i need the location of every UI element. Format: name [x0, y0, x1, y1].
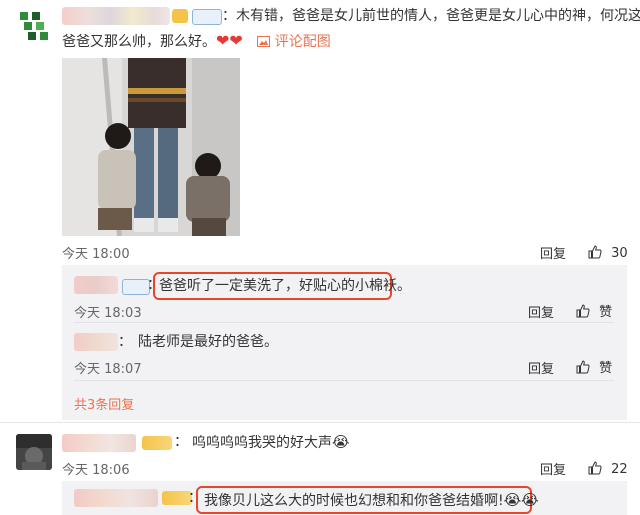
thumbs-up-icon — [576, 304, 590, 318]
reply-username[interactable] — [74, 333, 118, 351]
like-button[interactable]: 赞 — [576, 357, 612, 376]
thumbs-up-icon — [588, 245, 602, 259]
username-separator: ： — [222, 8, 236, 24]
like-label: 赞 — [599, 305, 613, 320]
reply-username[interactable] — [74, 489, 158, 507]
reply-text: 爸爸听了一定美洗了，好贴心的小棉袄。 — [159, 278, 411, 294]
thumbs-up-icon — [588, 461, 602, 475]
like-button[interactable]: 22 — [588, 458, 628, 477]
like-count: 30 — [611, 246, 628, 261]
comment-text-line2: 爸爸又那么帅，那么好。 — [62, 34, 216, 50]
crying-emoji: 😭😭 — [503, 491, 539, 509]
reply-text-body: 我像贝儿这么大的时候也幻想和和你爸爸结婚啊! — [204, 493, 504, 509]
comment-text: 呜呜呜呜我哭的好大声😭 — [192, 430, 350, 455]
timestamp: 今天 18:06 — [62, 463, 130, 478]
reply-button[interactable]: 回复 — [528, 358, 554, 377]
comment-image[interactable] — [62, 58, 240, 236]
avatar[interactable] — [16, 8, 52, 44]
like-button[interactable]: 30 — [588, 242, 628, 261]
timestamp: 今天 18:07 — [74, 362, 142, 377]
image-icon — [257, 36, 271, 47]
divider — [0, 422, 640, 423]
reply-text: 我像贝儿这么大的时候也幻想和和你爸爸结婚啊!😭😭 — [204, 488, 539, 513]
level-badge-icon — [192, 9, 222, 25]
comment-text: ：木有错，爸爸是女儿前世的情人，爸爸更是女儿心中的神，何况这个 — [222, 4, 640, 28]
thumbs-up-icon — [576, 360, 590, 374]
avatar[interactable] — [16, 434, 52, 470]
like-button[interactable]: 赞 — [576, 301, 612, 320]
reply-button[interactable]: 回复 — [540, 459, 566, 478]
reply-text: 陆老师是最好的爸爸。 — [138, 334, 278, 350]
crying-emoji: 😭 — [332, 433, 350, 451]
like-count: 22 — [611, 462, 628, 477]
comment-text-continued: 爸爸又那么帅，那么好。❤❤ 评论配图 — [62, 29, 331, 54]
divider — [74, 322, 614, 323]
reply-button[interactable]: 回复 — [528, 302, 554, 321]
more-replies-link[interactable]: 共3条回复 — [74, 394, 134, 413]
heart-emoji: ❤❤ — [216, 31, 243, 50]
member-badge-icon — [172, 9, 188, 23]
reply-username[interactable] — [74, 276, 118, 294]
timestamp: 今天 18:03 — [74, 306, 142, 321]
divider — [74, 380, 614, 381]
comment-image-link[interactable]: 评论配图 — [257, 34, 331, 50]
username[interactable] — [62, 7, 170, 25]
timestamp: 今天 18:00 — [62, 247, 130, 262]
comment-text-line1: 木有错，爸爸是女儿前世的情人，爸爸更是女儿心中的神，何况这个 — [236, 8, 640, 24]
member-badge-icon — [142, 436, 172, 450]
username-separator: ： — [174, 434, 188, 450]
reply-separator: ： — [118, 334, 132, 350]
username[interactable] — [62, 434, 136, 452]
comment-text-body: 呜呜呜呜我哭的好大声 — [192, 435, 332, 451]
level-badge-icon — [122, 279, 150, 295]
reply-button[interactable]: 回复 — [540, 243, 566, 262]
like-label: 赞 — [599, 361, 613, 376]
image-link-label: 评论配图 — [274, 34, 331, 50]
